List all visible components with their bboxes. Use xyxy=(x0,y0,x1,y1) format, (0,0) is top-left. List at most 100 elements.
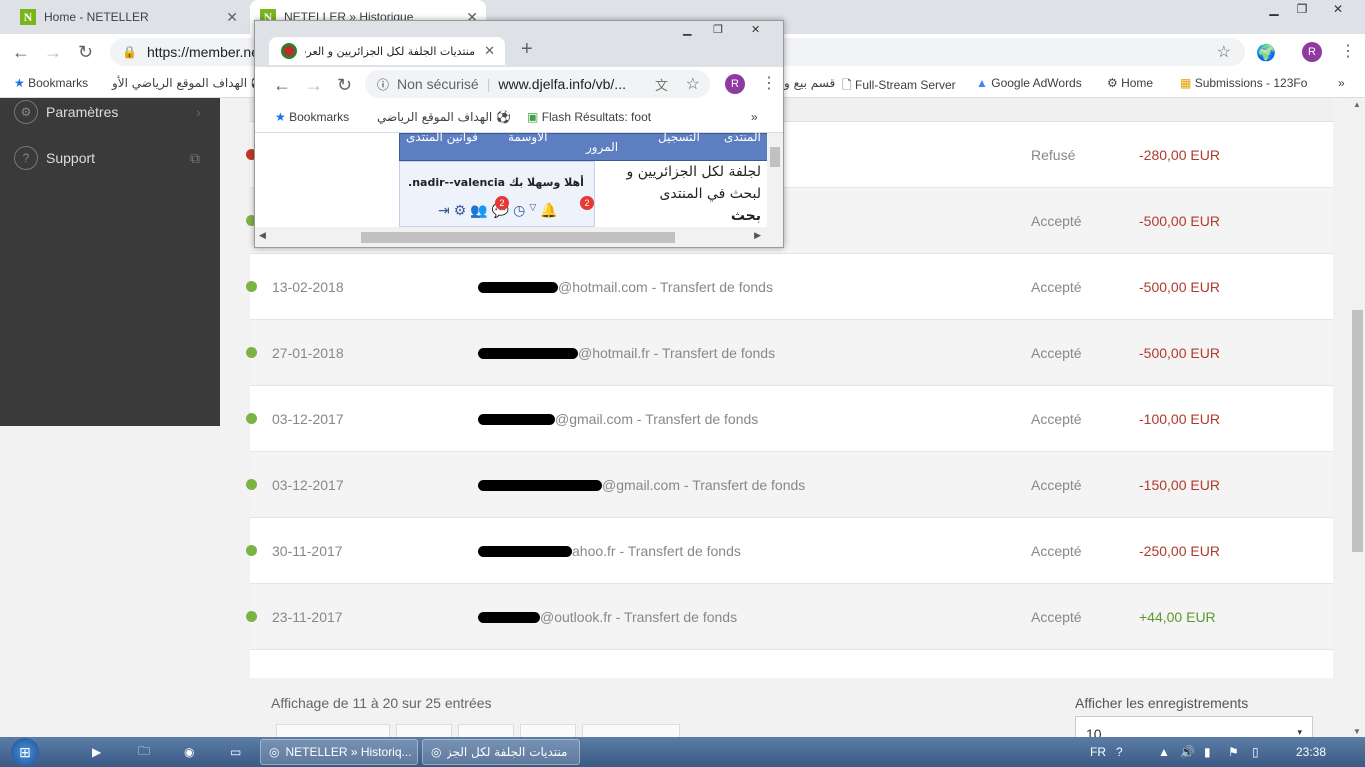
window-close-icon[interactable]: ✕ xyxy=(1320,0,1356,18)
minimize-icon[interactable]: ▁ xyxy=(683,23,691,36)
gear-icon[interactable]: ⚙ xyxy=(454,202,467,219)
reload-icon[interactable]: ↻ xyxy=(337,75,352,96)
url-text: https://member.ne xyxy=(146,44,260,60)
star-icon[interactable]: ☆ xyxy=(1217,42,1231,62)
clock-icon[interactable]: ◷ xyxy=(513,202,525,219)
taskbar-item-neteller[interactable]: ◎ NETELLER » Historiq... xyxy=(260,739,418,765)
lock-icon: 🔒 xyxy=(122,45,137,59)
window-close-icon[interactable]: ✕ xyxy=(751,23,760,36)
popup-toolbar: ← → ↻ ⓘ Non sécurisé | www.djelfa.info/v… xyxy=(255,67,783,101)
scroll-left-icon[interactable]: ◀ xyxy=(259,230,266,241)
bookmark-item[interactable]: ▣ Flash Résultats: foot xyxy=(527,110,667,124)
table-row[interactable]: 03-12-2017 @gmail.com - Transfert de fon… xyxy=(246,452,1333,518)
taskbar: ⊞ ▶ 🗀 ◉ ▭ ◎ NETELLER » Historiq... ◎ منت… xyxy=(0,737,1365,767)
table-row[interactable]: 23-11-2017 @outlook.fr - Transfert de fo… xyxy=(246,584,1333,650)
redaction-mark xyxy=(478,282,558,294)
close-icon[interactable]: ✕ xyxy=(226,9,238,26)
popup-bookmarks-bar: ★ Bookmarks ⚽ الهداف الموقع الرياضي الأو… xyxy=(255,101,783,133)
bookmark-item[interactable]: ⚽ الهداف الموقع الرياضي الأو xyxy=(373,110,511,124)
bookmark-item[interactable]: ▲ Google AdWords xyxy=(976,76,1082,90)
star-icon[interactable]: ☆ xyxy=(686,74,700,94)
reload-icon[interactable]: ↻ xyxy=(78,42,93,63)
firefox-icon[interactable]: ◉ xyxy=(176,739,202,765)
tab-label: Home - NETELLER xyxy=(44,10,149,24)
forward-icon[interactable]: → xyxy=(44,42,62,63)
help-icon: ? xyxy=(14,146,38,170)
sidebar-item-parametres[interactable]: ⚙ Paramètres › xyxy=(14,100,201,124)
redaction-mark xyxy=(478,480,602,492)
forum-nav: فوانين المنتدى الأوسمة المرور التسجيل ال… xyxy=(399,133,771,161)
pagination-info: Affichage de 11 à 20 sur 25 entrées xyxy=(271,695,492,711)
network-icon[interactable]: ▮ xyxy=(1196,739,1219,765)
avatar[interactable]: R xyxy=(1302,42,1322,62)
chrome-icon: ◎ xyxy=(431,745,442,759)
scrollbar-thumb[interactable] xyxy=(361,232,675,243)
redaction-mark xyxy=(478,612,540,624)
chrome-icon: ◎ xyxy=(269,745,280,759)
menu-icon[interactable]: ⋮ xyxy=(761,73,777,93)
popup-page-view: فوانين المنتدى الأوسمة المرور التسجيل ال… xyxy=(255,133,783,227)
flag-icon[interactable]: ⚑ xyxy=(1220,739,1247,765)
media-player-icon[interactable]: ▶ xyxy=(84,739,109,765)
djelfa-icon xyxy=(281,43,297,59)
chevron-right-icon: › xyxy=(196,104,201,120)
status-dot xyxy=(246,347,257,358)
redaction-mark xyxy=(478,414,555,426)
new-tab-icon[interactable]: + xyxy=(521,38,533,61)
maximize-icon[interactable]: ❐ xyxy=(713,23,723,36)
table-row[interactable]: 30-11-2017 ahoo.fr - Transfert de fonds … xyxy=(246,518,1333,584)
table-footer: Affichage de 11 à 20 sur 25 entrées Affi… xyxy=(250,678,1333,742)
help-icon[interactable]: ? xyxy=(1108,739,1131,765)
scroll-down-icon[interactable]: ▼ xyxy=(1353,727,1361,736)
scrollbar-thumb[interactable] xyxy=(1352,310,1363,552)
popup-v-scrollbar[interactable] xyxy=(767,133,783,227)
bookmark-item[interactable]: ⚙ Home xyxy=(1107,76,1153,90)
scrollbar-thumb[interactable] xyxy=(770,147,780,167)
bookmark-item[interactable]: ★ Bookmarks xyxy=(275,110,349,124)
folder-icon[interactable]: 🗀 xyxy=(130,739,158,765)
translate-icon[interactable]: 文 xyxy=(655,75,668,94)
status-dot xyxy=(246,611,257,622)
windows-icon: ⊞ xyxy=(11,738,39,766)
status-dot xyxy=(246,413,257,424)
friends-icon[interactable]: 👥 xyxy=(470,202,487,219)
logout-icon[interactable]: ⇥ xyxy=(438,202,450,219)
neteller-icon: N xyxy=(20,9,36,25)
bookmark-item[interactable]: قسم بيع و xyxy=(784,76,835,90)
app-icon[interactable]: ▭ xyxy=(222,739,249,765)
records-label: Afficher les enregistrements xyxy=(1075,695,1249,711)
chevron-down-icon[interactable]: ▽ xyxy=(529,202,536,219)
clock[interactable]: 23:38 xyxy=(1288,739,1334,765)
close-icon[interactable]: ✕ xyxy=(484,43,495,59)
bookmark-item[interactable]: ⚽ الهداف الموقع الرياضي الأو xyxy=(112,76,266,90)
user-panel: أهلا وسهلا بك nadir--valencia. ⇥ ⚙ 👥 💬 ◷… xyxy=(399,161,595,227)
popup-h-scrollbar[interactable]: ◀ ▶ xyxy=(255,227,783,247)
avatar[interactable]: R xyxy=(725,74,745,94)
back-icon[interactable]: ← xyxy=(12,42,30,63)
more-bookmarks-icon[interactable]: » xyxy=(1338,76,1345,90)
bell-icon[interactable]: 🔔 xyxy=(540,202,557,219)
notification-badge: 2 xyxy=(580,196,594,210)
menu-icon[interactable]: ⋮ xyxy=(1340,41,1356,61)
more-bookmarks-icon[interactable]: » xyxy=(751,110,758,124)
extension-icon[interactable]: 🌍 xyxy=(1256,43,1276,63)
battery-icon[interactable]: ▯ xyxy=(1244,739,1267,765)
table-row[interactable]: 03-12-2017 @gmail.com - Transfert de fon… xyxy=(246,386,1333,452)
start-button[interactable]: ⊞ xyxy=(6,738,44,766)
notification-badge: 2 xyxy=(495,196,509,210)
maximize-icon[interactable]: ❐ xyxy=(1284,0,1320,18)
tab-home[interactable]: N Home - NETELLER ✕ xyxy=(10,0,246,34)
bookmark-item[interactable]: ★ Bookmarks xyxy=(14,76,88,90)
table-row[interactable]: 27-01-2018 @hotmail.fr - Transfert de fo… xyxy=(246,320,1333,386)
bookmark-item[interactable]: ▦ Submissions - 123Fo xyxy=(1180,76,1307,90)
table-row[interactable]: 13-02-2018 @hotmail.com - Transfert de f… xyxy=(246,254,1333,320)
bookmark-item[interactable]: 🗋 Full-Stream Server xyxy=(842,76,956,97)
taskbar-item-djelfa[interactable]: ◎ منتديات الجلفة لكل الجزا... xyxy=(422,739,580,765)
sidebar-item-support[interactable]: ? Support ⧉ xyxy=(14,146,200,170)
popup-address-bar[interactable]: ⓘ Non sécurisé | www.djelfa.info/vb/... … xyxy=(365,70,710,98)
scroll-up-icon[interactable]: ▲ xyxy=(1353,100,1361,109)
forward-icon[interactable]: → xyxy=(305,75,323,96)
scroll-right-icon[interactable]: ▶ xyxy=(754,230,761,241)
back-icon[interactable]: ← xyxy=(273,75,291,96)
popup-tab[interactable]: منتديات الجلفة لكل الجزائريين و العرب - … xyxy=(269,37,505,65)
